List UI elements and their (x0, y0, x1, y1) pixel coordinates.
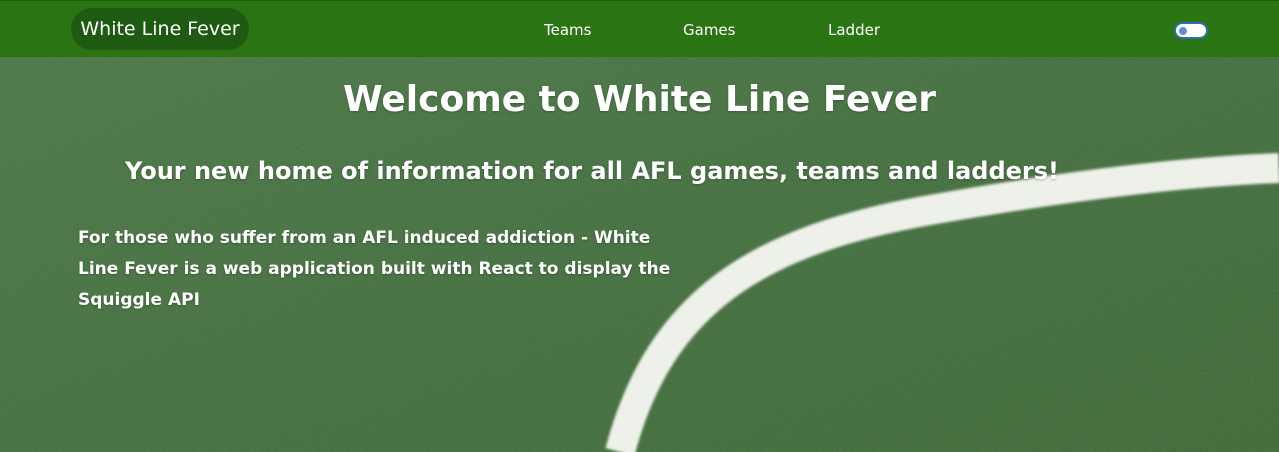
nav-link-ladder[interactable]: Ladder (828, 20, 880, 40)
page-title: Welcome to White Line Fever (342, 79, 937, 120)
page-subtitle: Your new home of information for all AFL… (125, 157, 1059, 185)
nav-link-teams[interactable]: Teams (544, 20, 591, 40)
intro-description: For those who suffer from an AFL induced… (78, 228, 671, 310)
top-navbar: White Line Fever Teams Games Ladder (0, 0, 1279, 57)
brand-home-link[interactable]: White Line Fever (71, 8, 249, 50)
theme-toggle-switch[interactable] (1174, 22, 1208, 39)
page: White Line Fever Teams Games Ladder Welc… (0, 0, 1279, 452)
nav-link-games[interactable]: Games (683, 20, 735, 40)
toggle-knob-icon (1179, 26, 1187, 35)
